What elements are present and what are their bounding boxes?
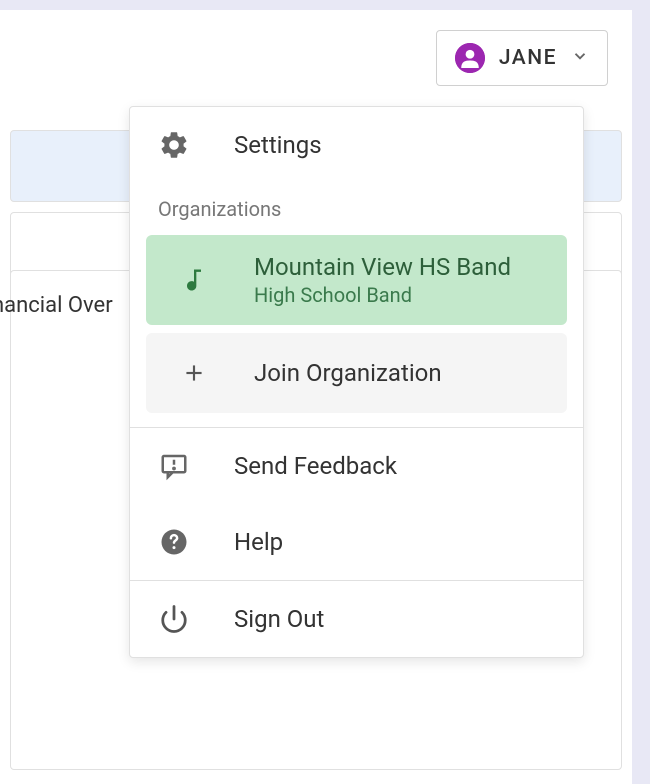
settings-label: Settings — [234, 131, 322, 159]
chevron-down-icon — [571, 47, 589, 69]
settings-menu-item[interactable]: Settings — [130, 107, 583, 183]
gear-icon — [158, 129, 190, 161]
user-dropdown-menu: Settings Organizations Mountain View HS … — [129, 106, 584, 658]
organization-text: Mountain View HS Band High School Band — [254, 253, 511, 307]
background-heading: nancial Over — [0, 293, 113, 318]
organization-item[interactable]: Mountain View HS Band High School Band — [146, 235, 567, 325]
help-label: Help — [234, 528, 283, 556]
page-header: JANE — [0, 10, 632, 107]
plus-icon — [178, 357, 210, 389]
sign-out-menu-item[interactable]: Sign Out — [130, 581, 583, 657]
avatar-icon — [455, 43, 485, 73]
organizations-section-header: Organizations — [130, 183, 583, 231]
help-icon — [158, 526, 190, 558]
music-note-icon — [178, 264, 210, 296]
send-feedback-menu-item[interactable]: Send Feedback — [130, 428, 583, 504]
send-feedback-label: Send Feedback — [234, 452, 397, 480]
organization-name: Mountain View HS Band — [254, 253, 511, 281]
user-menu-button[interactable]: JANE — [436, 30, 608, 86]
help-menu-item[interactable]: Help — [130, 504, 583, 580]
feedback-icon — [158, 450, 190, 482]
user-name-label: JANE — [499, 46, 557, 70]
join-organization-item[interactable]: Join Organization — [146, 333, 567, 413]
join-organization-label: Join Organization — [254, 359, 442, 387]
power-icon — [158, 603, 190, 635]
sign-out-label: Sign Out — [234, 605, 324, 633]
organization-subtitle: High School Band — [254, 283, 511, 307]
